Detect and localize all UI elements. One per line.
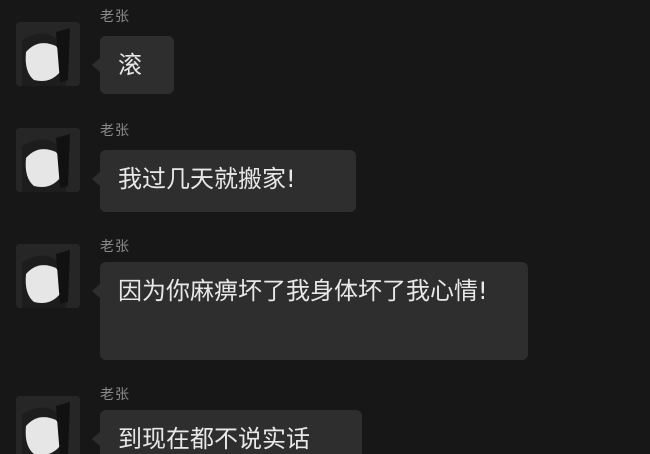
message-bubble[interactable]: 滚	[92, 36, 174, 94]
profile-photo-icon	[16, 128, 80, 192]
avatar[interactable]	[16, 128, 80, 192]
message-bubble[interactable]: 我过几天就搬家!	[92, 150, 356, 212]
avatar[interactable]	[16, 22, 80, 86]
profile-photo-icon	[16, 22, 80, 86]
chat-history[interactable]: 老张 滚 老张 我过几天就搬家! 老张 因为你麻痹坏了我身体坏了我心情! 老张 …	[0, 0, 650, 454]
sender-name: 老张	[100, 9, 130, 25]
sender-name: 老张	[100, 123, 130, 139]
avatar[interactable]	[16, 244, 80, 308]
sender-name: 老张	[100, 387, 130, 403]
profile-photo-icon	[16, 244, 80, 308]
message-bubble[interactable]: 因为你麻痹坏了我身体坏了我心情!	[92, 262, 528, 360]
sender-name: 老张	[100, 239, 130, 255]
message-bubble[interactable]: 到现在都不说实话	[92, 410, 362, 454]
profile-photo-icon	[16, 396, 80, 454]
avatar[interactable]	[16, 396, 80, 454]
